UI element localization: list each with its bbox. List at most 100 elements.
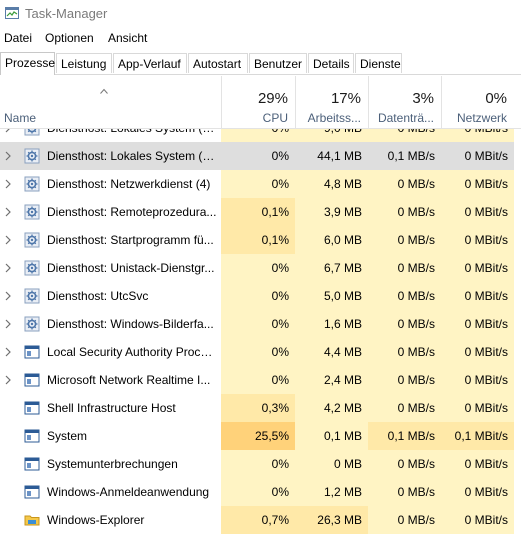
menu-datei[interactable]: Datei <box>4 31 32 45</box>
process-row[interactable]: Diensthost: Remoteprozedura... 0,1% 3,9 MB… <box>0 198 521 226</box>
process-disk-value: 0 MB/s <box>368 170 441 198</box>
process-memory-value: 4,8 MB <box>295 170 368 198</box>
column-network-header[interactable]: Netzwerk <box>441 111 507 125</box>
process-memory-value: 5,0 MB <box>295 282 368 310</box>
process-cpu-value: 0% <box>221 129 295 142</box>
process-row[interactable]: Diensthost: Lokales System (Ni... 0%9,0 M… <box>0 129 521 142</box>
process-disk-value: 0 MB/s <box>368 450 441 478</box>
process-name-cell[interactable]: Windows-Explorer <box>0 506 221 534</box>
expand-chevron-icon[interactable] <box>5 319 11 329</box>
column-cpu-header[interactable]: CPU <box>221 111 288 125</box>
process-network-value: 0 MBit/s <box>441 226 514 254</box>
process-list: Diensthost: Lokales System (Ni...0%9,0 M… <box>0 129 521 550</box>
process-row[interactable]: Diensthost: Lokales System (N... 0% 44,1 M… <box>0 142 521 170</box>
process-network-value: 0 MBit/s <box>441 254 514 282</box>
window-app-icon <box>24 484 40 500</box>
expand-chevron-icon[interactable] <box>5 347 11 357</box>
process-memory-value: 2,4 MB <box>295 366 368 394</box>
tab-autostart[interactable]: Autostart <box>188 53 248 73</box>
process-name-cell[interactable]: Local Security Authority Proce... <box>0 338 221 366</box>
tab-app-verlauf[interactable]: App-Verlauf <box>113 53 187 73</box>
expand-chevron-icon[interactable] <box>5 129 11 133</box>
process-disk-value: 0 MB/s <box>368 198 441 226</box>
process-cpu-value: 0% <box>221 478 295 506</box>
process-cpu-value: 0,1% <box>221 198 295 226</box>
tab-prozesse[interactable]: Prozesse <box>0 52 55 75</box>
process-name: Shell Infrastructure Host <box>47 401 176 415</box>
process-name: Diensthost: Netzwerkdienst (4) <box>47 177 211 191</box>
process-name-cell[interactable]: Diensthost: Lokales System (N... <box>0 142 221 170</box>
process-memory-value: 44,1 MB <box>295 142 368 170</box>
process-cpu-value: 0,1% <box>221 226 295 254</box>
expand-chevron-icon[interactable] <box>5 207 11 217</box>
folder-icon <box>24 512 40 528</box>
process-disk-value: 0 MB/s <box>368 310 441 338</box>
expand-chevron-icon[interactable] <box>5 179 11 189</box>
process-row[interactable]: Diensthost: Unistack-Dienstgr... 0% 6,7 MB… <box>0 254 521 282</box>
process-row[interactable]: Diensthost: Netzwerkdienst (4) 0% 4,8 MB 0 … <box>0 170 521 198</box>
title-bar: Task-Manager <box>0 0 521 28</box>
expand-chevron-icon[interactable] <box>5 235 11 245</box>
process-name-cell[interactable]: Diensthost: Netzwerkdienst (4) <box>0 170 221 198</box>
process-row[interactable]: Diensthost: UtcSvc 0% 5,0 MB 0 MB/s 0 MBit/s <box>0 282 521 310</box>
process-memory-value: 3,9 MB <box>295 198 368 226</box>
column-disk-header[interactable]: Datenträ... <box>368 111 434 125</box>
process-name: Diensthost: Startprogramm fü... <box>47 233 214 247</box>
window-app-icon <box>24 456 40 472</box>
tab-leistung[interactable]: Leistung <box>56 53 112 73</box>
process-name: Diensthost: Unistack-Dienstgr... <box>47 261 215 275</box>
process-name-cell[interactable]: Diensthost: Unistack-Dienstgr... <box>0 254 221 282</box>
expand-chevron-icon[interactable] <box>5 291 11 301</box>
process-row[interactable]: Diensthost: Startprogramm fü... 0,1% 6,0 M… <box>0 226 521 254</box>
process-name: Microsoft Network Realtime I... <box>47 373 211 387</box>
process-row[interactable]: Microsoft Network Realtime I... 0% 2,4 MB 0… <box>0 366 521 394</box>
process-name-cell[interactable]: System <box>0 422 221 450</box>
process-memory-value: 26,3 MB <box>295 506 368 534</box>
process-cpu-value: 0% <box>221 170 295 198</box>
process-name-cell[interactable]: Diensthost: Windows-Bilderfa... <box>0 310 221 338</box>
tab-bar: Prozesse Leistung App-Verlauf Autostart … <box>0 52 521 75</box>
process-name: Diensthost: Windows-Bilderfa... <box>47 317 214 331</box>
gear-icon <box>24 176 40 192</box>
process-name: Diensthost: Lokales System (N... <box>47 149 217 163</box>
process-name-cell[interactable]: Windows-Anmeldeanwendung <box>0 478 221 506</box>
column-name-header[interactable]: Name <box>4 111 36 125</box>
process-row[interactable]: Windows-Explorer 0,7% 26,3 MB 0 MB/s 0 MBit/… <box>0 506 521 534</box>
tab-dienste[interactable]: Dienste <box>355 53 402 73</box>
process-row[interactable]: System 25,5% 0,1 MB 0,1 MB/s 0,1 MBit/s <box>0 422 521 450</box>
expand-chevron-icon[interactable] <box>5 263 11 273</box>
expand-chevron-icon[interactable] <box>5 151 11 161</box>
process-name-cell[interactable]: Diensthost: Remoteprozedura... <box>0 198 221 226</box>
gear-icon <box>24 316 40 332</box>
process-name-cell[interactable]: Diensthost: Lokales System (Ni... <box>0 129 221 142</box>
expand-chevron-icon[interactable] <box>5 375 11 385</box>
gear-icon <box>24 288 40 304</box>
menu-optionen[interactable]: Optionen <box>45 31 94 45</box>
tab-details[interactable]: Details <box>308 53 354 73</box>
process-network-value: 0 MBit/s <box>441 478 514 506</box>
process-row[interactable]: Diensthost: Windows-Bilderfa... 0% 1,6 MB 0… <box>0 310 521 338</box>
window-app-icon <box>24 428 40 444</box>
process-network-value: 0 MBit/s <box>441 198 514 226</box>
process-name-cell[interactable]: Shell Infrastructure Host <box>0 394 221 422</box>
process-cpu-value: 0% <box>221 142 295 170</box>
process-disk-value: 0 MB/s <box>368 129 441 142</box>
process-name: Diensthost: UtcSvc <box>47 289 149 303</box>
sort-ascending-icon[interactable] <box>100 88 108 94</box>
process-name-cell[interactable]: Diensthost: Startprogramm fü... <box>0 226 221 254</box>
process-name-cell[interactable]: Microsoft Network Realtime I... <box>0 366 221 394</box>
process-disk-value: 0 MB/s <box>368 282 441 310</box>
column-memory-header[interactable]: Arbeitss... <box>295 111 361 125</box>
process-name-cell[interactable]: Diensthost: UtcSvc <box>0 282 221 310</box>
process-row[interactable]: Shell Infrastructure Host 0,3% 4,2 MB 0 MB/… <box>0 394 521 422</box>
process-network-value: 0 MBit/s <box>441 506 514 534</box>
process-memory-value: 0 MB <box>295 450 368 478</box>
process-row[interactable]: Local Security Authority Proce... 0% 4,4 M… <box>0 338 521 366</box>
process-row[interactable]: Systemunterbrechungen 0% 0 MB 0 MB/s 0 MBit/… <box>0 450 521 478</box>
process-row[interactable]: Windows-Anmeldeanwendung 0% 1,2 MB 0 MB/s 0 … <box>0 478 521 506</box>
process-name-cell[interactable]: Systemunterbrechungen <box>0 450 221 478</box>
tab-benutzer[interactable]: Benutzer <box>249 53 307 73</box>
process-network-value: 0 MBit/s <box>441 170 514 198</box>
menu-ansicht[interactable]: Ansicht <box>108 31 147 45</box>
process-name: Diensthost: Lokales System (Ni... <box>47 129 217 142</box>
